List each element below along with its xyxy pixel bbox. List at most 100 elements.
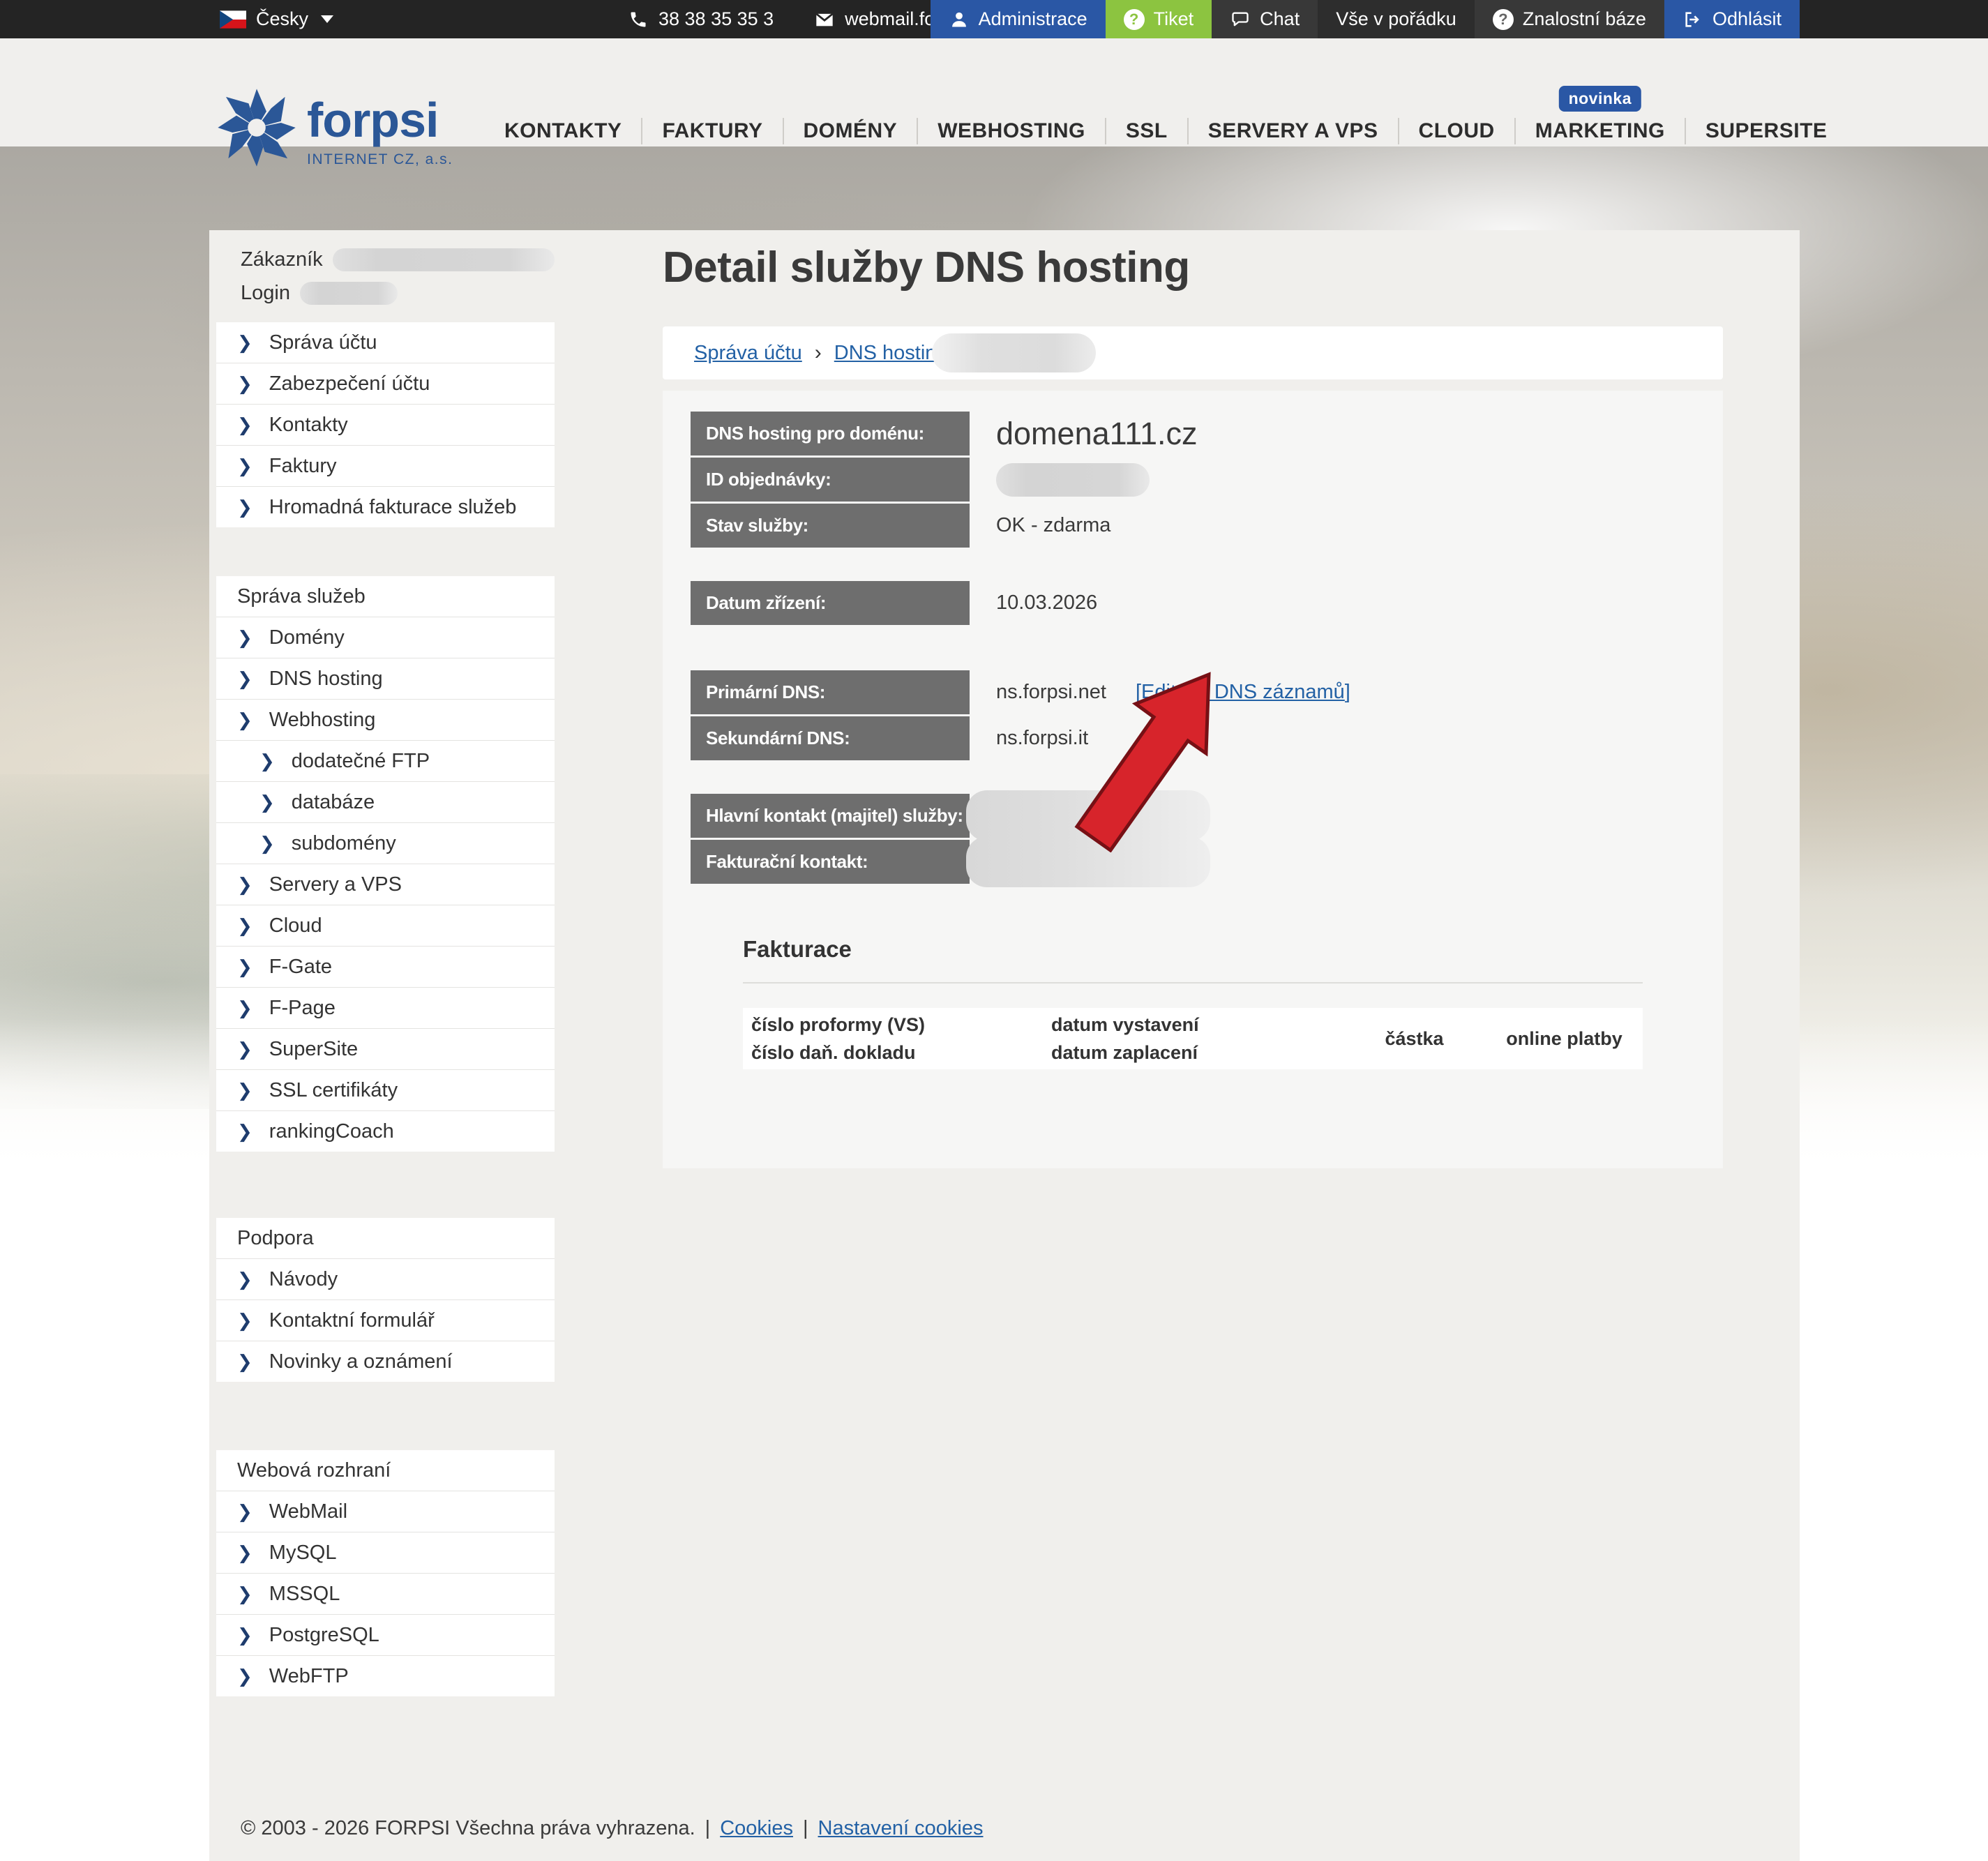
detail-value: 10.03.2026 <box>996 592 1097 615</box>
sidebar-item-hromadna-fakturace-sluzeb[interactable]: ❯ Hromadná fakturace služeb <box>216 487 555 527</box>
breadcrumb: Správa účtu›DNS hostin <box>663 326 1723 379</box>
nav-item-kontakty[interactable]: KONTAKTY <box>485 119 641 143</box>
link-bracket-open: [ <box>1136 681 1141 703</box>
sidebar-item-webftp[interactable]: ❯WebFTP <box>216 1656 555 1696</box>
sidebar-item-dns-hosting[interactable]: ❯DNS hosting <box>216 658 555 700</box>
detail-redacted-value <box>966 836 1210 887</box>
sidebar-item-label: rankingCoach <box>269 1120 394 1143</box>
chevron-right-icon: ❯ <box>237 1502 253 1521</box>
topbar-button-znalostni-baze[interactable]: ?Znalostní báze <box>1475 0 1664 38</box>
chevron-right-icon: ❯ <box>237 1122 253 1140</box>
nav-item-ssl[interactable]: SSL <box>1106 119 1187 143</box>
detail-label: Sekundární DNS: <box>691 716 970 760</box>
topbar-button-odhlasit[interactable]: Odhlásit <box>1664 0 1800 38</box>
sidebar-item-postgresql[interactable]: ❯PostgreSQL <box>216 1615 555 1656</box>
topbar-button-tiket[interactable]: ?Tiket <box>1106 0 1212 38</box>
topbar-button-label: Tiket <box>1154 8 1194 30</box>
sidebar-item-supersite[interactable]: ❯ SuperSite <box>216 1029 555 1070</box>
mail-icon <box>814 9 835 30</box>
nav-item-label: SSL <box>1126 119 1168 143</box>
language-selector[interactable]: Česky <box>220 0 333 38</box>
sidebar-item-mssql[interactable]: ❯MSSQL <box>216 1574 555 1615</box>
detail-row-hlavni-kontakt-majitel-sluzby: Hlavní kontakt (majitel) služby: <box>691 794 1723 838</box>
chevron-right-icon: ❯ <box>237 628 253 647</box>
sidebar-item-f-gate[interactable]: ❯F-Gate <box>216 947 555 988</box>
breadcrumb-link-dns-hostin[interactable]: DNS hostin <box>834 342 937 365</box>
invoice-heading: Fakturace <box>743 936 852 963</box>
nav-item-webhosting[interactable]: WEBHOSTING <box>918 119 1105 143</box>
detail-rows: DNS hosting pro doménu:domena111.czID ob… <box>663 391 1723 884</box>
chevron-right-icon: ❯ <box>237 1081 253 1099</box>
chevron-right-icon: ❯ <box>237 498 253 516</box>
sidebar-item-label: WebFTP <box>269 1665 349 1688</box>
detail-value-text: domena111.cz <box>996 416 1198 452</box>
sidebar-item-servery-a-vps[interactable]: ❯ Servery a VPS <box>216 864 555 905</box>
sidebar-item-domeny[interactable]: ❯ Domény <box>216 617 555 658</box>
sidebar-item-label: Návody <box>269 1268 338 1291</box>
footer-link-cookies[interactable]: Cookies <box>720 1817 793 1840</box>
sidebar-item-subdomeny[interactable]: ❯subdomény <box>216 823 555 864</box>
sidebar-item-databaze[interactable]: ❯databáze <box>216 782 555 823</box>
nav-item-domeny[interactable]: DOMÉNY <box>784 119 917 143</box>
nav-item-servery-a-vps[interactable]: SERVERY A VPS <box>1189 119 1398 143</box>
detail-row-stav-sluzby: Stav služby:OK - zdarma <box>691 504 1723 548</box>
nav-item-supersite[interactable]: SUPERSITE <box>1686 119 1847 143</box>
sidebar-item-label: Cloud <box>269 914 322 937</box>
nav-item-label: SERVERY A VPS <box>1208 119 1378 143</box>
sidebar-item-kontakty[interactable]: ❯Kontakty <box>216 405 555 446</box>
sidebar-item-label: Servery a VPS <box>269 873 402 896</box>
sidebar-card-webova-rozhrani: Webová rozhraní❯WebMail❯MySQL❯MSSQL❯Post… <box>216 1450 555 1696</box>
chevron-right-icon: ❯ <box>237 1311 253 1329</box>
detail-label: Fakturační kontakt: <box>691 840 970 884</box>
chevron-right-icon: ❯ <box>237 875 253 894</box>
sidebar-item-label: Domény <box>269 626 345 649</box>
sidebar-item-navody[interactable]: ❯Návody <box>216 1259 555 1300</box>
forpsi-logo[interactable]: forpsi INTERNET CZ, a.s. <box>216 86 453 169</box>
sidebar-card-podpora: Podpora❯Návody❯Kontaktní formulář❯Novink… <box>216 1218 555 1382</box>
nav-item-marketing[interactable]: novinkaMARKETING <box>1516 119 1685 143</box>
sidebar-item-rankingcoach[interactable]: ❯ rankingCoach <box>216 1111 555 1152</box>
content-wrapper: Zákazník Login ❯Správa účtu❯Zabezpečení … <box>209 230 1800 1861</box>
main-nav: KONTAKTYFAKTURYDOMÉNYWEBHOSTING SSL SERVER… <box>485 77 1846 185</box>
sidebar-item-webhosting[interactable]: ❯ Webhosting <box>216 700 555 741</box>
sidebar-item-label: F-Page <box>269 997 336 1020</box>
edit-dns-records-link[interactable]: Editace DNS záznamů <box>1141 681 1345 703</box>
sidebar-item-mysql[interactable]: ❯MySQL <box>216 1532 555 1574</box>
sidebar-item-label: DNS hosting <box>269 668 383 691</box>
chevron-right-icon: ❯ <box>237 711 253 729</box>
chevron-right-icon: ❯ <box>237 1626 253 1644</box>
chevron-right-icon: ❯ <box>237 1040 253 1058</box>
sidebar-item-novinky-a-oznameni[interactable]: ❯Novinky a oznámení <box>216 1341 555 1382</box>
topbar-button-chat[interactable]: Chat <box>1212 0 1318 38</box>
breadcrumb-link-sprava-uctu[interactable]: Správa účtu <box>694 342 802 365</box>
sidebar-item-label: SuperSite <box>269 1038 358 1061</box>
topbar-button-administrace[interactable]: Administrace <box>931 0 1106 38</box>
detail-value-text: ns.forpsi.net <box>996 681 1106 704</box>
nav-item-faktury[interactable]: FAKTURY <box>642 119 782 143</box>
person-icon <box>949 9 970 30</box>
sidebar-item-label: WebMail <box>269 1500 347 1523</box>
footer-link-nastaveni-cookies[interactable]: Nastavení cookies <box>818 1817 984 1840</box>
sidebar-card-account: ❯Správa účtu❯Zabezpečení účtu❯Kontakty❯F… <box>216 322 555 527</box>
sidebar-item-dodatecne-ftp[interactable]: ❯dodatečné FTP <box>216 741 555 782</box>
sidebar-item-kontaktni-formular[interactable]: ❯ Kontaktní formulář <box>216 1300 555 1341</box>
sidebar-item-faktury[interactable]: ❯Faktury <box>216 446 555 487</box>
detail-row-sekundarni-dns: Sekundární DNS:ns.forpsi.it <box>691 716 1723 760</box>
sidebar-item-zabezpeceni-uctu[interactable]: ❯Zabezpečení účtu <box>216 363 555 405</box>
sidebar: Zákazník Login ❯Správa účtu❯Zabezpečení … <box>216 237 555 1696</box>
detail-value: domena111.cz <box>996 416 1198 452</box>
sidebar-item-sprava-uctu[interactable]: ❯Správa účtu <box>216 322 555 363</box>
invoice-column-line: číslo proformy (VS) <box>751 1011 925 1039</box>
sidebar-item-webmail[interactable]: ❯ WebMail <box>216 1491 555 1532</box>
sidebar-item-ssl-certifikaty[interactable]: ❯SSL certifikáty <box>216 1070 555 1111</box>
sidebar-item-label: Kontaktní formulář <box>269 1309 435 1332</box>
topbar-button-vse-v-poradku[interactable]: Vše v pořádku <box>1318 0 1475 38</box>
sidebar-item-f-page[interactable]: ❯F-Page <box>216 988 555 1029</box>
nav-item-cloud[interactable]: CLOUD <box>1399 119 1514 143</box>
sidebar-item-label: Hromadná fakturace služeb <box>269 496 517 519</box>
topbar-button-label: Administrace <box>979 8 1087 30</box>
sidebar-item-label: subdomény <box>292 832 396 855</box>
sidebar-card-sprava-sluzeb: Správa služeb❯Domény❯DNS hosting❯Webhost… <box>216 576 555 1152</box>
sidebar-item-cloud[interactable]: ❯Cloud <box>216 905 555 947</box>
sidebar-item-label: Webhosting <box>269 709 376 732</box>
